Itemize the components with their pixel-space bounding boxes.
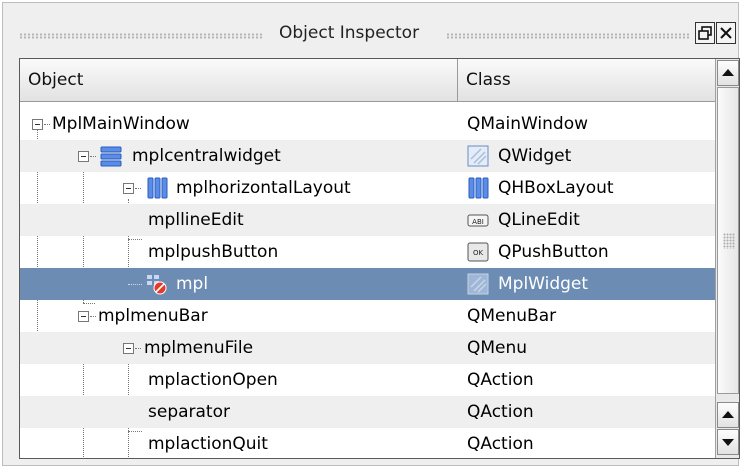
collapse-toggle[interactable]: [123, 343, 134, 354]
tree-row-mplhorizontallayout[interactable]: mplhorizontalLayout QHBoxLayout: [20, 172, 715, 204]
tree-row-mplactionquit[interactable]: mplactionQuit QAction: [20, 428, 715, 458]
title-grip-left[interactable]: [19, 33, 263, 39]
title-grip-right[interactable]: [446, 33, 690, 39]
collapse-toggle[interactable]: [123, 183, 134, 194]
object-name: mplpushButton: [148, 242, 279, 262]
tree-row-mplmenubar[interactable]: mplmenuBar QMenuBar: [20, 300, 715, 332]
object-name: mplmenuFile: [144, 338, 254, 358]
class-name: QHBoxLayout: [498, 178, 614, 198]
arrow-up-icon: [722, 69, 734, 76]
class-name: QAction: [467, 370, 534, 390]
widget-icon: [467, 273, 489, 295]
scroll-down-button[interactable]: [717, 429, 739, 455]
float-icon: [698, 26, 712, 40]
grip-icon: [723, 233, 735, 249]
lineedit-icon: ABI: [467, 214, 489, 227]
column-header-class[interactable]: Class: [458, 59, 715, 102]
panel-title: Object Inspector: [279, 23, 420, 43]
object-name: mplactionQuit: [148, 434, 268, 454]
tree-row-mplpushbutton[interactable]: mplpushButton OK QPushButton: [20, 236, 715, 268]
scroll-up-button[interactable]: [717, 60, 739, 86]
class-name: QPushButton: [498, 242, 609, 262]
horizontal-layout-icon: [468, 177, 489, 199]
collapse-toggle[interactable]: [32, 119, 43, 130]
widget-icon: [467, 145, 489, 167]
tree-header: Object Class: [20, 59, 715, 102]
close-button[interactable]: [716, 22, 736, 44]
object-name: mplactionOpen: [148, 370, 278, 390]
collapse-toggle[interactable]: [78, 151, 89, 162]
object-name: mplcentralwidget: [132, 146, 281, 166]
tree-row-separator[interactable]: separator QAction: [20, 396, 715, 428]
vertical-layout-icon: [100, 146, 122, 167]
class-name: QAction: [467, 402, 534, 422]
vertical-scrollbar[interactable]: [715, 59, 739, 458]
close-icon: [720, 27, 732, 39]
broken-layout-icon: [147, 275, 167, 295]
horizontal-layout-icon: [147, 177, 168, 199]
pushbutton-icon: OK: [467, 242, 489, 262]
object-name: mplhorizontalLayout: [176, 178, 351, 198]
object-inspector-panel: Object Inspector Object Class MplMainWin…: [2, 2, 740, 466]
object-name: separator: [148, 402, 230, 422]
class-name: QWidget: [498, 146, 572, 166]
float-button[interactable]: [695, 22, 715, 44]
tree-branch-line: [135, 348, 141, 349]
scrollbar-thumb[interactable]: [717, 87, 739, 394]
tree-row-mplcentralwidget[interactable]: mplcentralwidget QWidget: [20, 140, 715, 172]
column-header-object[interactable]: Object: [20, 59, 458, 102]
scroll-up-button-lower[interactable]: [717, 402, 739, 428]
svg-text:OK: OK: [473, 249, 484, 257]
class-name: MplWidget: [498, 274, 589, 294]
tree-branch-line: [44, 124, 50, 125]
tree-row-mpllineedit[interactable]: mpllineEdit ABI QLineEdit: [20, 204, 715, 236]
object-name: MplMainWindow: [52, 114, 190, 134]
arrow-down-icon: [722, 439, 734, 446]
object-name: mpl: [176, 274, 209, 294]
tree-branch-line: [128, 284, 142, 285]
tree-row-mpl[interactable]: mpl MplWidget: [20, 268, 715, 300]
object-name: mplmenuBar: [98, 306, 208, 326]
tree-row-mplmainwindow[interactable]: MplMainWindow QMainWindow: [20, 108, 715, 140]
collapse-toggle[interactable]: [78, 311, 89, 322]
class-name: QMainWindow: [467, 114, 588, 134]
tree-row-mplactionopen[interactable]: mplactionOpen QAction: [20, 364, 715, 396]
tree-branch-line: [90, 316, 96, 317]
arrow-up-icon: [722, 411, 734, 418]
class-name: QAction: [467, 434, 534, 454]
tree-row-mplmenufile[interactable]: mplmenuFile QMenu: [20, 332, 715, 364]
class-name: QMenuBar: [467, 306, 557, 326]
title-bar: Object Inspector: [3, 3, 738, 53]
tree-branch-line: [135, 188, 141, 189]
class-name: QMenu: [467, 338, 528, 358]
class-name: QLineEdit: [498, 210, 580, 230]
object-name: mpllineEdit: [148, 210, 244, 230]
svg-text:ABI: ABI: [472, 218, 484, 226]
object-tree[interactable]: Object Class MplMainWindow QMainWindow m…: [19, 58, 740, 459]
tree-branch-line: [90, 156, 96, 157]
